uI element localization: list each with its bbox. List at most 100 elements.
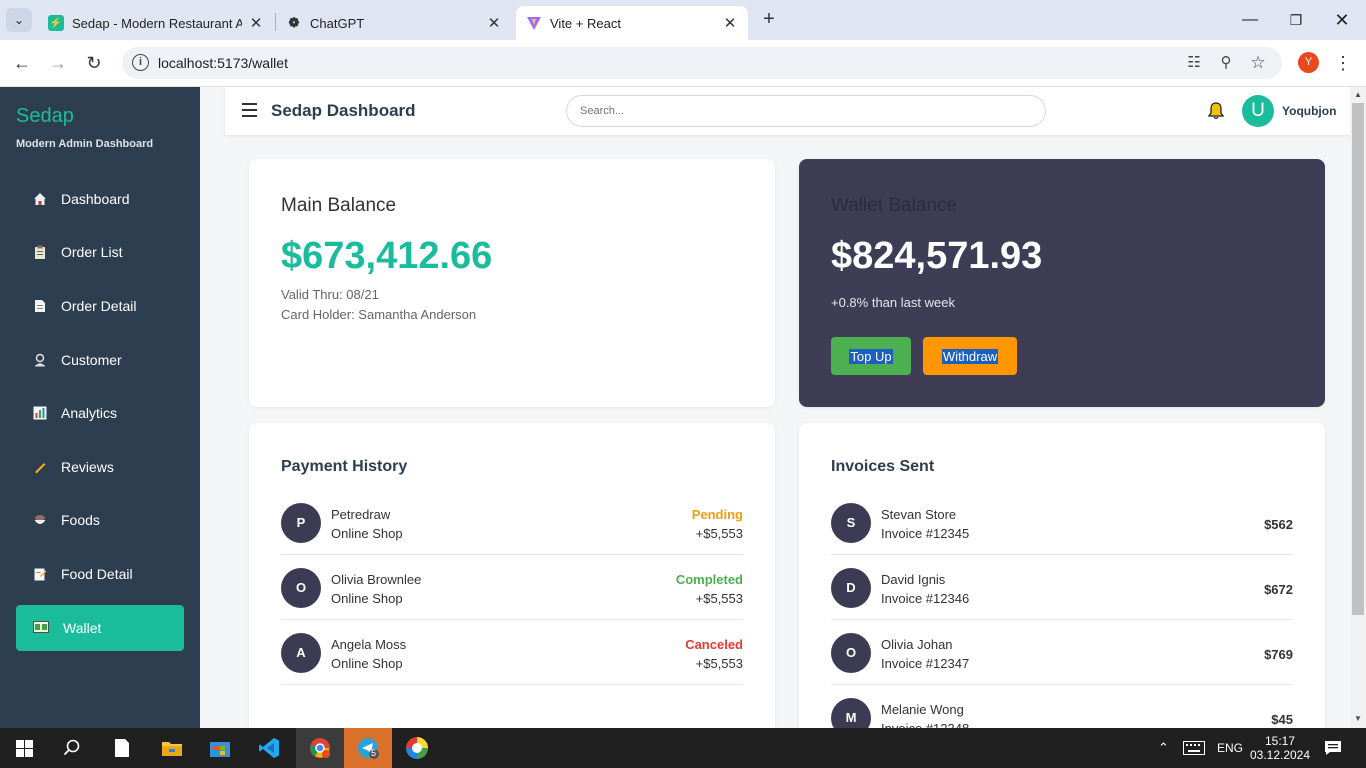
- clipboard-icon: [33, 245, 47, 259]
- close-icon[interactable]: ✕: [248, 14, 264, 32]
- list-item[interactable]: D David Ignis Invoice #12346 $672: [831, 555, 1293, 620]
- username: Yoqubjon: [1282, 104, 1337, 118]
- close-icon[interactable]: ✕: [486, 14, 502, 32]
- address-bar[interactable]: i localhost:5173/wallet ☷ ⚲ ☆: [122, 47, 1282, 79]
- recipient-name: Olivia Johan: [881, 637, 953, 652]
- brand-logo: Sedap: [16, 105, 74, 127]
- sidebar-item-analytics[interactable]: Analytics: [16, 390, 184, 436]
- list-item[interactable]: P Petredraw Online Shop Pending +$5,553: [281, 490, 743, 555]
- recipient-name: Stevan Store: [881, 507, 957, 522]
- store-icon[interactable]: [196, 728, 244, 768]
- browser-menu-icon[interactable]: ⋮: [1334, 50, 1352, 76]
- payer-name: Petredraw: [331, 507, 391, 522]
- photos-app-icon[interactable]: [393, 728, 441, 768]
- payment-history-title: Payment History: [281, 458, 408, 475]
- chrome-icon[interactable]: [296, 728, 344, 768]
- vite-favicon: [526, 15, 542, 31]
- sidebar-item-food-detail[interactable]: Food Detail: [16, 551, 184, 597]
- minimize-button[interactable]: —: [1230, 8, 1270, 32]
- payer-name: Angela Moss: [331, 637, 407, 652]
- profile-avatar[interactable]: Y: [1298, 52, 1319, 73]
- windows-taskbar: 5 ⌃ ENG 15:17 03.12.2024: [0, 728, 1366, 768]
- wallet-icon: [33, 621, 49, 635]
- sidebar-item-label: Customer: [61, 352, 122, 368]
- close-icon[interactable]: ✕: [722, 14, 738, 32]
- main-balance-amount: $673,412.66: [281, 235, 493, 277]
- sidebar-item-order-list[interactable]: Order List: [16, 229, 184, 275]
- forward-button[interactable]: →: [45, 50, 71, 76]
- bell-icon[interactable]: [1206, 101, 1226, 121]
- payment-amount: +$5,553: [695, 526, 743, 541]
- withdraw-button[interactable]: Withdraw: [923, 337, 1017, 375]
- initial-avatar: A: [281, 633, 321, 673]
- home-icon: [33, 192, 47, 206]
- page-scrollbar[interactable]: ▲ ▼: [1350, 87, 1366, 728]
- list-item[interactable]: S Stevan Store Invoice #12345 $562: [831, 490, 1293, 555]
- page-title: Sedap Dashboard: [271, 101, 416, 120]
- tab-search-button[interactable]: ⌄: [6, 8, 32, 32]
- sidebar-item-label: Food Detail: [61, 566, 133, 582]
- back-button[interactable]: ←: [9, 50, 35, 76]
- file-explorer-icon[interactable]: [148, 728, 196, 768]
- sidebar-item-label: Order List: [61, 244, 123, 260]
- list-item[interactable]: A Angela Moss Online Shop Canceled +$5,5…: [281, 620, 743, 685]
- card-holder: Card Holder: Samantha Anderson: [281, 307, 477, 322]
- windows-start-icon[interactable]: [0, 728, 48, 768]
- memo-icon: [33, 567, 47, 581]
- avatar[interactable]: U: [1242, 95, 1274, 127]
- search-icon[interactable]: [48, 728, 96, 768]
- sidebar-item-order-detail[interactable]: Order Detail: [16, 283, 184, 329]
- file-icon[interactable]: [98, 728, 146, 768]
- sidebar-item-label: Wallet: [63, 620, 102, 636]
- site-info-icon[interactable]: i: [132, 54, 149, 71]
- wallet-change: +0.8% than last week: [831, 295, 955, 310]
- chatgpt-favicon: ❁: [288, 15, 300, 30]
- invoices-title: Invoices Sent: [831, 458, 935, 475]
- invoice-number: Invoice #12346: [881, 591, 970, 606]
- bookmark-star-icon[interactable]: ☆: [1248, 53, 1268, 73]
- sidebar-item-reviews[interactable]: Reviews: [16, 444, 184, 490]
- zoom-icon[interactable]: ⚲: [1216, 53, 1236, 73]
- notification-icon[interactable]: [1324, 728, 1342, 768]
- tab-vite-react[interactable]: Vite + React ✕: [516, 6, 748, 40]
- sidebar-item-wallet[interactable]: Wallet: [16, 605, 184, 651]
- keyboard-icon[interactable]: [1183, 728, 1205, 768]
- status-badge: Completed: [675, 572, 743, 587]
- search-input[interactable]: [566, 95, 1046, 127]
- new-tab-button[interactable]: +: [758, 8, 780, 32]
- chevron-up-icon[interactable]: ⌃: [1158, 728, 1169, 768]
- recipient-name: Melanie Wong: [881, 702, 964, 717]
- sidebar-item-dashboard[interactable]: Dashboard: [16, 176, 184, 222]
- top-up-button[interactable]: Top Up: [831, 337, 911, 375]
- clock-date: 03.12.2024: [1249, 748, 1311, 762]
- clock[interactable]: 15:17 03.12.2024: [1250, 728, 1310, 768]
- scrollbar-thumb[interactable]: [1352, 103, 1364, 615]
- tab-sedap[interactable]: ⚡ Sedap - Modern Restaurant Ad ✕: [38, 6, 274, 40]
- close-window-button[interactable]: ✕: [1322, 8, 1362, 32]
- scroll-down-arrow[interactable]: ▼: [1353, 714, 1363, 724]
- restore-button[interactable]: ❐: [1276, 8, 1316, 32]
- translate-icon[interactable]: ☷: [1184, 53, 1204, 73]
- language-indicator[interactable]: ENG: [1217, 728, 1243, 768]
- valid-thru: Valid Thru: 08/21: [281, 287, 379, 302]
- invoice-number: Invoice #12347: [881, 656, 970, 671]
- status-badge: Canceled: [685, 637, 743, 652]
- url-text: localhost:5173/wallet: [158, 55, 288, 71]
- main-balance-title: Main Balance: [281, 195, 397, 216]
- sidebar-item-foods[interactable]: Foods: [16, 497, 184, 543]
- tab-title: ChatGPT: [310, 15, 365, 31]
- withdraw-label: Withdraw: [941, 348, 999, 364]
- telegram-icon[interactable]: 5: [344, 728, 392, 768]
- sidebar-item-label: Order Detail: [61, 298, 137, 314]
- list-item[interactable]: O Olivia Brownlee Online Shop Completed …: [281, 555, 743, 620]
- scroll-up-arrow[interactable]: ▲: [1353, 90, 1363, 100]
- list-item[interactable]: O Olivia Johan Invoice #12347 $769: [831, 620, 1293, 685]
- sidebar-item-customer[interactable]: Customer: [16, 337, 184, 383]
- bar-chart-icon: [33, 406, 47, 420]
- sedap-favicon: ⚡: [48, 15, 64, 31]
- reload-button[interactable]: ↻: [81, 50, 107, 76]
- telegram-badge: 5: [371, 748, 377, 758]
- tab-chatgpt[interactable]: ❁ ChatGPT ✕: [276, 6, 512, 40]
- menu-toggle-icon[interactable]: [242, 103, 257, 117]
- vscode-icon[interactable]: [245, 728, 293, 768]
